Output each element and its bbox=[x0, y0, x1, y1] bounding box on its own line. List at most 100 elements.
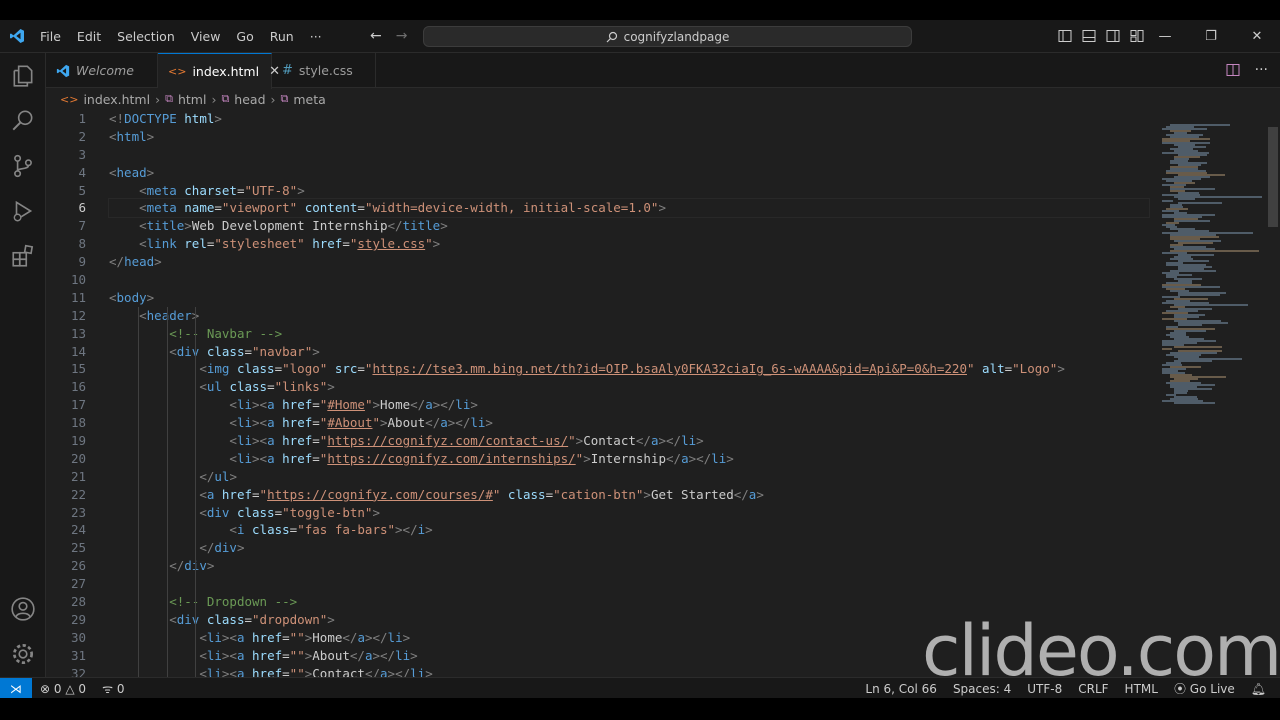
tab-index-html[interactable]: <> index.html ✕ bbox=[158, 53, 280, 89]
code-line[interactable]: <html> bbox=[109, 128, 1149, 146]
vscode-logo-icon[interactable] bbox=[9, 28, 25, 44]
chevron-right-icon: › bbox=[270, 91, 276, 107]
code-line[interactable]: <li><a href="#Home">Home</a></li> bbox=[109, 396, 1149, 414]
accounts-icon[interactable] bbox=[10, 596, 36, 622]
code-token[interactable]: https://tse3.mm.bing.net/th?id=OIP.bsaAl… bbox=[372, 361, 967, 376]
toggle-secondary-sidebar-icon[interactable] bbox=[1105, 28, 1121, 44]
code-token: > bbox=[327, 379, 335, 395]
code-token: rel bbox=[184, 236, 207, 252]
code-line[interactable]: <body> bbox=[109, 289, 1149, 307]
language-mode[interactable]: HTML bbox=[1125, 682, 1158, 696]
extensions-icon[interactable] bbox=[10, 243, 36, 269]
code-line[interactable]: <li><a href="https://cognifyz.com/contac… bbox=[109, 432, 1149, 450]
encoding[interactable]: UTF-8 bbox=[1027, 682, 1062, 696]
code-line[interactable]: <link rel="stylesheet" href="style.css"> bbox=[109, 235, 1149, 253]
code-token: < bbox=[229, 450, 237, 466]
menu-view[interactable]: View bbox=[191, 29, 221, 44]
code-line[interactable] bbox=[109, 271, 1149, 289]
indentation[interactable]: Spaces: 4 bbox=[953, 682, 1011, 696]
code-line[interactable]: <!DOCTYPE html> bbox=[109, 110, 1149, 128]
code-line[interactable]: <header> bbox=[109, 307, 1149, 325]
breadcrumb-meta[interactable]: meta bbox=[293, 92, 325, 107]
code-line[interactable]: <head> bbox=[109, 164, 1149, 182]
go-live-button[interactable]: ⦿ Go Live bbox=[1174, 680, 1235, 697]
forward-arrow-icon[interactable]: → bbox=[396, 28, 408, 44]
tab-welcome[interactable]: Welcome bbox=[46, 53, 158, 88]
code-line[interactable]: <div class="navbar"> bbox=[109, 343, 1149, 361]
code-line[interactable] bbox=[109, 146, 1149, 164]
code-line[interactable]: </div> bbox=[109, 539, 1149, 557]
toggle-panel-icon[interactable] bbox=[1081, 28, 1097, 44]
code-line[interactable]: <div class="toggle-btn"> bbox=[109, 504, 1149, 522]
code-line[interactable]: <li><a href="https://cognifyz.com/intern… bbox=[109, 450, 1149, 468]
code-line[interactable]: <ul class="links"> bbox=[109, 378, 1149, 396]
code-line[interactable]: </div> bbox=[109, 557, 1149, 575]
menu-run[interactable]: Run bbox=[270, 29, 294, 44]
menu-go[interactable]: Go bbox=[236, 29, 253, 44]
explorer-icon[interactable] bbox=[10, 63, 36, 89]
code-line[interactable]: <li><a href="#About">About</a></li> bbox=[109, 414, 1149, 432]
line-number: 29 bbox=[70, 611, 86, 627]
line-number: 8 bbox=[78, 236, 86, 252]
notifications-bell-icon[interactable]: 🔔︎ bbox=[1251, 682, 1266, 696]
problems-indicator[interactable]: ⊗ 0 △ 0 bbox=[40, 682, 86, 696]
toggle-primary-sidebar-icon[interactable] bbox=[1057, 28, 1073, 44]
code-line[interactable]: <!-- Navbar --> bbox=[109, 325, 1149, 343]
breadcrumb-file[interactable]: index.html bbox=[83, 92, 150, 107]
status-right: Ln 6, Col 66 Spaces: 4 UTF-8 CRLF HTML ⦿… bbox=[865, 678, 1266, 698]
code-line[interactable] bbox=[109, 575, 1149, 593]
code-token: a bbox=[236, 647, 245, 663]
menu-more[interactable]: ··· bbox=[310, 29, 322, 44]
manage-gear-icon[interactable] bbox=[10, 641, 36, 667]
error-count: 0 bbox=[53, 681, 62, 696]
tab-style-css[interactable]: # style.css bbox=[272, 53, 376, 88]
code-token[interactable]: https://cognifyz.com/contact-us/ bbox=[327, 433, 568, 448]
breadcrumb-html[interactable]: html bbox=[178, 92, 206, 107]
code-token: html bbox=[184, 111, 215, 126]
run-and-debug-icon[interactable] bbox=[10, 198, 36, 224]
code-line[interactable]: <img class="logo" src="https://tse3.mm.b… bbox=[109, 360, 1149, 378]
code-content[interactable]: <!DOCTYPE html> <html> <head> <meta chars… bbox=[108, 110, 1150, 683]
code-token[interactable]: https://cognifyz.com/internships/ bbox=[327, 451, 575, 466]
code-token: = bbox=[312, 397, 320, 413]
back-arrow-icon[interactable]: ← bbox=[370, 28, 382, 44]
code-token[interactable]: #Home bbox=[327, 397, 365, 412]
minimap[interactable] bbox=[1158, 110, 1266, 404]
code-token: "width=device-width, initial-scale=1.0" bbox=[364, 200, 659, 216]
code-line[interactable]: <title>Web Development Internship</title… bbox=[109, 217, 1149, 235]
minimize-icon[interactable]: — bbox=[1142, 20, 1188, 53]
code-line[interactable]: <!-- Dropdown --> bbox=[109, 593, 1149, 611]
code-token[interactable]: https://cognifyz.com/courses/# bbox=[267, 487, 493, 502]
breadcrumb-head[interactable]: head bbox=[234, 92, 265, 107]
close-window-icon[interactable]: ✕ bbox=[1234, 20, 1280, 53]
code-token[interactable]: style.css bbox=[357, 236, 425, 251]
vertical-scrollbar[interactable] bbox=[1268, 127, 1278, 227]
code-line[interactable]: <i class="fas fa-bars"></i> bbox=[109, 521, 1149, 539]
code-token: img bbox=[206, 361, 230, 377]
search-sidebar-icon[interactable] bbox=[10, 108, 36, 134]
line-number: 14 bbox=[70, 343, 86, 359]
code-line[interactable]: <a href="https://cognifyz.com/courses/#"… bbox=[109, 486, 1149, 504]
code-token[interactable]: #About bbox=[327, 415, 372, 430]
end-of-line[interactable]: CRLF bbox=[1078, 682, 1108, 696]
restore-icon[interactable]: ❐ bbox=[1188, 20, 1234, 53]
source-control-icon[interactable] bbox=[10, 153, 36, 179]
code-token: </ bbox=[635, 433, 651, 449]
menu-file[interactable]: File bbox=[40, 29, 61, 44]
remote-indicator-icon[interactable]: ⋊ bbox=[0, 678, 32, 698]
ports-indicator[interactable]: ᯤ 0 bbox=[102, 680, 124, 697]
cursor-position[interactable]: Ln 6, Col 66 bbox=[865, 682, 937, 696]
command-center[interactable]: cognifyzlandpage bbox=[423, 26, 912, 47]
split-editor-icon[interactable] bbox=[1225, 62, 1241, 78]
menu-selection[interactable]: Selection bbox=[117, 29, 175, 44]
code-line[interactable]: </ul> bbox=[109, 468, 1149, 486]
code-line[interactable]: </head> bbox=[109, 253, 1149, 271]
code-line[interactable]: <meta name="viewport" content="width=dev… bbox=[108, 198, 1150, 219]
code-line[interactable]: <meta charset="UTF-8"> bbox=[109, 182, 1149, 200]
code-editor[interactable]: 1 2 3 4 5 6 7 8 9 10 11 12 13 14 15 16 17 18 19 20 21 22 23 24 2… bbox=[46, 110, 1154, 696]
history-navigation: ← → bbox=[370, 28, 407, 44]
menu-edit[interactable]: Edit bbox=[77, 29, 101, 44]
more-actions-icon[interactable]: ··· bbox=[1255, 62, 1268, 78]
